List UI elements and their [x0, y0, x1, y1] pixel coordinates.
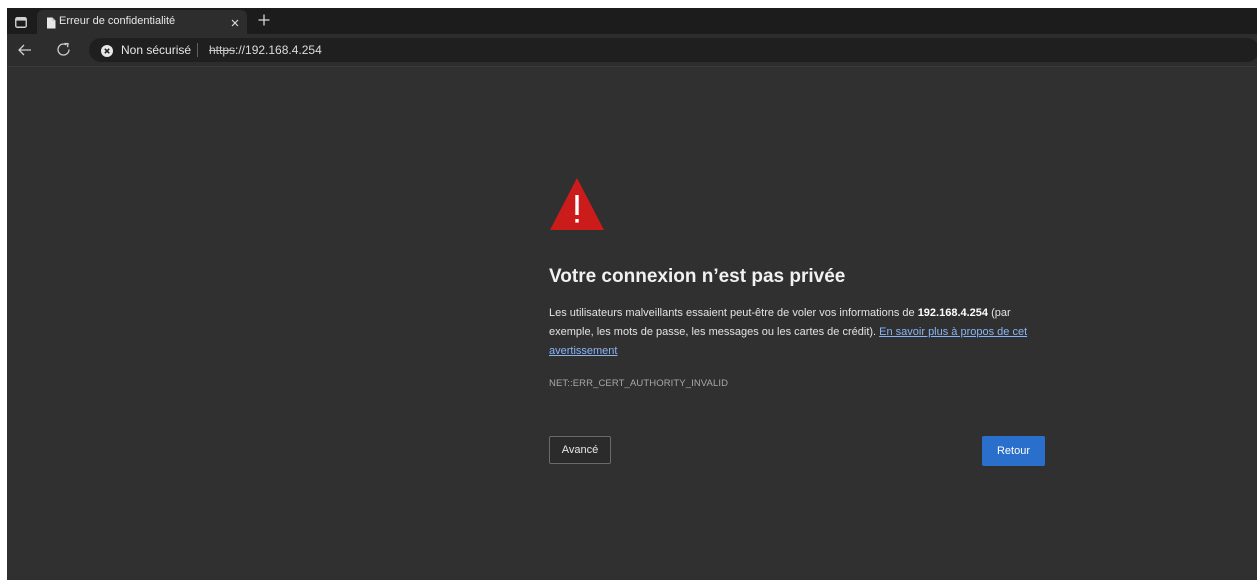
browser-window: Erreur de confidentialité Non sécurisé h…: [7, 8, 1257, 580]
description-text: Les utilisateurs malveillants essaient p…: [549, 307, 918, 319]
page-title: Votre connexion n’est pas privée: [549, 266, 846, 287]
description: Les utilisateurs malveillants essaient p…: [549, 304, 1049, 361]
advanced-button[interactable]: Avancé: [549, 436, 611, 464]
plus-icon[interactable]: [257, 13, 271, 27]
tab-active[interactable]: Erreur de confidentialité: [37, 10, 247, 34]
address-bar[interactable]: Non sécurisé https://192.168.4.254: [89, 38, 1257, 62]
url-host: ://192.168.4.254: [235, 43, 322, 57]
url-scheme: https: [209, 43, 236, 57]
not-secure-icon[interactable]: [101, 44, 113, 57]
error-code: NET::ERR_CERT_AUTHORITY_INVALID: [549, 378, 729, 389]
window-icon[interactable]: [15, 15, 27, 28]
page-content: Votre connexion n’est pas privée Les uti…: [7, 67, 1257, 580]
warning-triangle-icon: [549, 177, 605, 231]
toolbar: Non sécurisé https://192.168.4.254: [7, 34, 1257, 67]
reload-icon[interactable]: [55, 41, 72, 58]
back-button[interactable]: Retour: [982, 436, 1045, 466]
close-icon[interactable]: [229, 16, 241, 28]
back-arrow-icon[interactable]: [17, 42, 33, 58]
tab-strip: Erreur de confidentialité: [7, 8, 1257, 34]
url-text[interactable]: https://192.168.4.254: [209, 43, 322, 57]
host-name: 192.168.4.254: [917, 307, 989, 319]
page-icon: [46, 16, 56, 29]
divider: [197, 43, 198, 57]
security-label[interactable]: Non sécurisé: [121, 43, 191, 57]
tab-title: Erreur de confidentialité: [59, 15, 176, 27]
